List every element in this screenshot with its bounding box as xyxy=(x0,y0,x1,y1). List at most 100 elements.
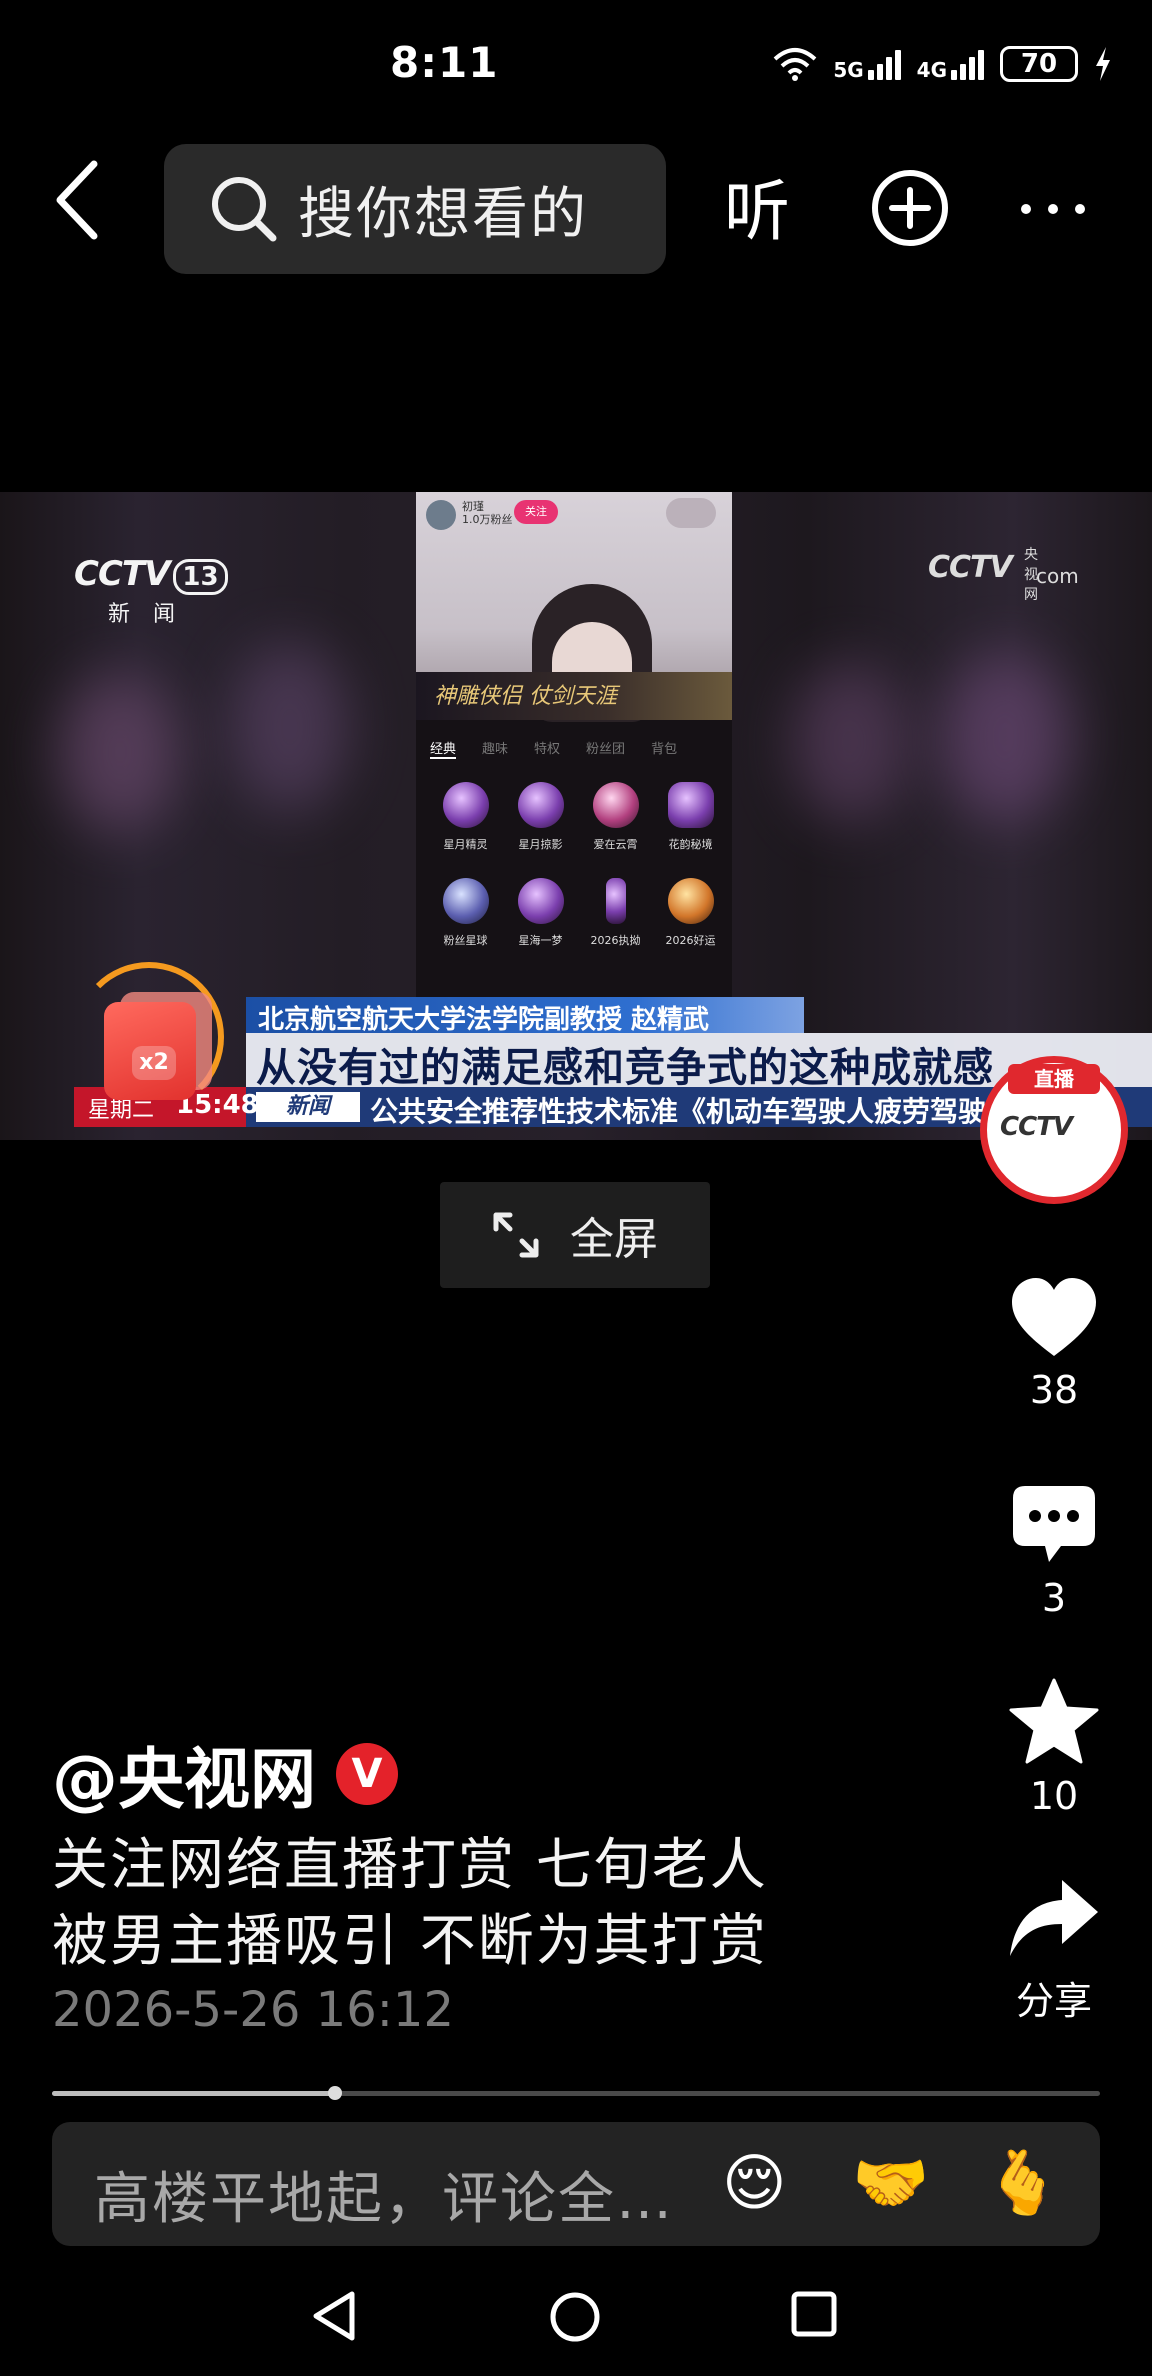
video-player[interactable]: 初瑾 1.0万粉丝 关注 神雕侠侣 仗剑天涯 经典 趣味 特权 粉丝团 背包 星月… xyxy=(0,492,1152,1140)
gift-icon xyxy=(517,878,564,924)
share-arrow-icon xyxy=(1010,1880,1098,1956)
search-icon xyxy=(212,177,277,242)
share-label: 分享 xyxy=(1015,1979,1092,2023)
gift-tab: 特权 xyxy=(534,742,561,757)
phone-screenshot: 初瑾 1.0万粉丝 关注 神雕侠侣 仗剑天涯 经典 趣味 特权 粉丝团 背包 星月… xyxy=(416,492,732,998)
cctv-com-logo: CCTV 央视网 com xyxy=(928,547,1079,603)
star-icon xyxy=(1009,1678,1099,1764)
verified-badge: V xyxy=(336,1743,398,1805)
comment-icon xyxy=(1013,1486,1095,1562)
gift-icon xyxy=(667,878,714,924)
gift-icon xyxy=(442,878,489,924)
streamer-fans: 1.0万粉丝 xyxy=(462,513,513,526)
favorite-button[interactable]: 10 xyxy=(994,1678,1114,1818)
wifi-icon xyxy=(773,48,817,81)
more-button[interactable] xyxy=(1018,196,1088,222)
comment-placeholder: 高楼平地起，评论全… xyxy=(94,2167,674,2232)
gift-icon xyxy=(592,782,639,828)
ticker-news-logo: 新闻 xyxy=(256,1092,360,1122)
charging-icon xyxy=(1096,47,1110,81)
network-4g-label: 4G xyxy=(916,58,947,82)
speaker-name-caption: 北京航空航天大学法学院副教授 赵精武 xyxy=(258,1005,710,1035)
battery-indicator: 70 xyxy=(1000,46,1078,82)
add-circle-icon xyxy=(872,170,948,246)
progress-handle[interactable] xyxy=(328,2086,342,2100)
nav-home-button[interactable] xyxy=(548,2290,602,2348)
expand-icon xyxy=(493,1212,539,1258)
gift-item: 星月精灵 xyxy=(428,782,503,852)
gift-label: 花韵秘境 xyxy=(668,838,713,851)
gift-item: 2026好运 xyxy=(653,878,728,948)
gift-icon xyxy=(517,782,564,828)
gift-item: 星月掠影 xyxy=(503,782,578,852)
emoji-button-smirk[interactable]: 😌 xyxy=(722,2146,787,2219)
red-packet-widget[interactable]: x2 xyxy=(74,962,234,1126)
gift-label: 2026执拗 xyxy=(590,934,641,947)
gift-label: 星海一梦 xyxy=(518,934,563,947)
gift-tab: 背包 xyxy=(651,742,678,757)
share-button[interactable]: 分享 xyxy=(994,1878,1114,2025)
gift-tabs: 经典 趣味 特权 粉丝团 背包 xyxy=(430,738,730,759)
blur-shape xyxy=(60,672,180,832)
signal-icon xyxy=(951,48,984,80)
blur-shape xyxy=(940,652,1070,822)
author-row[interactable]: @央视网 V xyxy=(52,1726,398,1822)
triangle-back-icon xyxy=(313,2291,355,2341)
viewer-badge xyxy=(666,498,716,528)
signal-icon xyxy=(867,48,901,80)
comment-count: 3 xyxy=(1041,1576,1067,1620)
emoji-button-handshake[interactable]: 🤝 xyxy=(852,2146,929,2220)
back-button[interactable] xyxy=(52,160,112,250)
avatar xyxy=(426,500,456,530)
gift-item: 爱在云霄 xyxy=(578,782,653,852)
gift-tab: 粉丝团 xyxy=(586,742,626,757)
comment-button[interactable]: 3 xyxy=(994,1484,1114,1620)
gift-label: 星月掠影 xyxy=(518,838,563,851)
author-name[interactable]: @央视网 xyxy=(52,1726,316,1822)
gift-label: 爱在云霄 xyxy=(593,838,638,851)
gift-tab: 经典 xyxy=(430,738,457,759)
nav-recent-button[interactable] xyxy=(790,2290,838,2342)
gift-item: 花韵秘境 xyxy=(653,782,728,852)
red-packet-multiplier: x2 xyxy=(132,1046,176,1080)
gift-label: 2026好运 xyxy=(665,934,716,947)
post-time: 2026-5-26 16:12 xyxy=(52,1982,454,2038)
cctv-com-logo-text: CCTV xyxy=(928,550,1013,585)
emoji-button-finger-heart[interactable]: 🫰 xyxy=(984,2146,1061,2220)
caption-line-1: 关注网络直播打赏 七旬老人 xyxy=(52,1833,768,1898)
home-circle-icon xyxy=(550,2292,600,2342)
cctv13-logo-text: CCTV xyxy=(74,554,170,594)
gift-icon xyxy=(442,782,489,828)
favorite-count: 10 xyxy=(1029,1774,1079,1818)
streamer-info: 初瑾 1.0万粉丝 xyxy=(462,500,513,526)
add-button[interactable] xyxy=(870,168,950,248)
status-icons: 5G 4G 70 xyxy=(773,42,1112,86)
blur-shape xyxy=(230,642,350,812)
search-box[interactable]: 搜你想看的 xyxy=(164,144,666,274)
blur-shape xyxy=(790,662,910,822)
gift-grid: 星月精灵 星月掠影 爱在云霄 花韵秘境 粉丝星球 星海一梦 2026执拗 202… xyxy=(428,782,728,948)
live-label: 直播 xyxy=(1008,1064,1100,1094)
fullscreen-button[interactable]: 全屏 xyxy=(440,1182,710,1288)
gift-icon xyxy=(667,782,714,828)
channel-subtitle: 新 闻 xyxy=(108,602,183,627)
caption-line-2: 被男主播吸引 不断为其打赏 xyxy=(52,1909,768,1974)
status-time: 8:11 xyxy=(390,38,499,87)
listen-button[interactable]: 听 xyxy=(724,158,790,254)
gift-item: 星海一梦 xyxy=(503,878,578,948)
gift-item: 2026执拗 xyxy=(578,878,653,948)
back-icon xyxy=(56,160,98,240)
gift-item: 粉丝星球 xyxy=(428,878,503,948)
gift-icon xyxy=(605,878,626,924)
nav-back-button[interactable] xyxy=(310,2290,358,2346)
like-count: 38 xyxy=(1029,1368,1079,1412)
battery-level: 70 xyxy=(1020,49,1058,79)
live-logo: CCTV xyxy=(1000,1112,1073,1142)
gift-label: 粉丝星球 xyxy=(443,934,488,947)
gift-tab: 趣味 xyxy=(482,742,509,757)
square-recent-icon xyxy=(791,2291,837,2337)
subtitle-text: 从没有过的满足感和竞争式的这种成就感 xyxy=(256,1045,994,1091)
like-button[interactable]: 38 xyxy=(994,1276,1114,1412)
progress-fill xyxy=(52,2091,335,2096)
cctv-com-logo-com: com xyxy=(1036,564,1079,588)
